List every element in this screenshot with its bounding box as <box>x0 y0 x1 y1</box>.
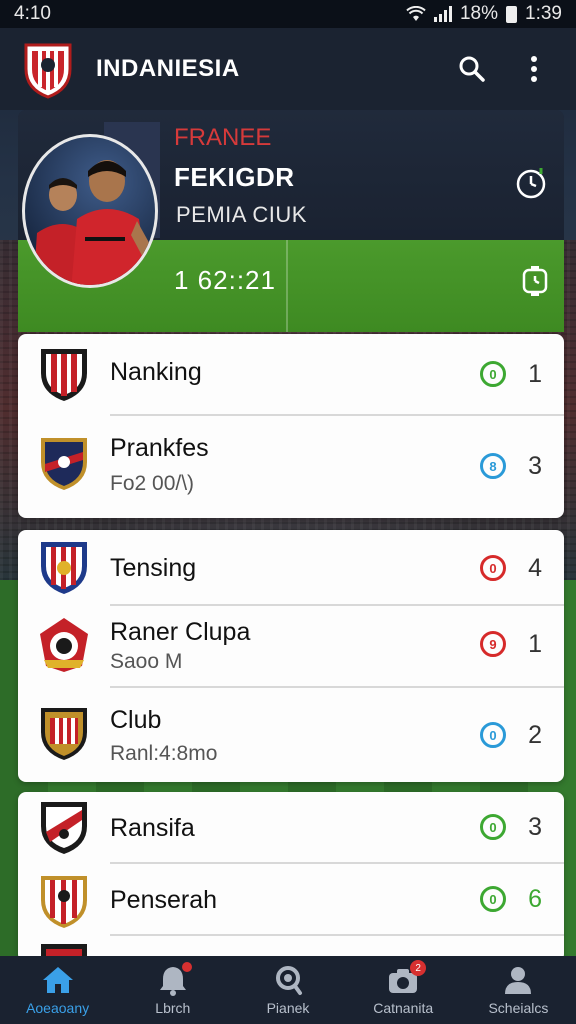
list-item[interactable]: Nanking 0 1 <box>18 334 564 414</box>
team-name: Penserah <box>110 886 218 914</box>
nav-label: Scheialcs <box>488 1000 549 1016</box>
team-name: Raner Clupa <box>110 618 251 646</box>
team-count: 6 <box>528 885 542 913</box>
nav-label: Catnanita <box>373 1000 434 1016</box>
timer-icon[interactable] <box>514 164 550 200</box>
club-logo-icon[interactable] <box>22 39 74 99</box>
hero-team: FEKIGDR <box>174 162 295 192</box>
club-crest-icon <box>40 618 88 672</box>
player-photo <box>22 134 158 288</box>
team-name: Ransifa <box>110 814 195 842</box>
nav-label: Aoeaoany <box>26 1000 90 1016</box>
club-crest-icon <box>41 708 87 760</box>
team-name: Nanking <box>110 358 202 386</box>
list-item[interactable]: Ransifa 0 3 <box>18 792 564 862</box>
team-count: 3 <box>528 813 542 841</box>
status-badge: 0 <box>480 886 506 912</box>
status-time-left: 4:10 <box>14 3 51 24</box>
hero-subtitle: PEMIA CIUK <box>176 202 307 227</box>
status-bar: 4:10 18% 1:39 <box>0 0 576 28</box>
home-icon <box>42 967 73 993</box>
standings-card-1: Nanking 0 1 Prankfes Fo2 00/\) 8 3 <box>18 334 564 518</box>
list-item[interactable]: Club Ranl:4:8mo 0 2 <box>18 688 564 780</box>
team-detail: Saoo M <box>110 650 183 673</box>
status-badge: 9 <box>480 631 506 657</box>
team-count: 3 <box>528 452 542 480</box>
team-count: 1 <box>528 630 542 658</box>
search-icon <box>276 966 302 995</box>
app-bar: INDANIESIA <box>0 28 576 110</box>
standings-card-2: Tensing 0 4 Raner Clupa Saoo M 9 1 Club … <box>18 530 564 782</box>
club-crest-icon <box>41 876 87 928</box>
status-badge: 0 <box>480 361 506 387</box>
team-count: 2 <box>528 721 542 749</box>
nav-item-home[interactable]: Aoeaoany <box>0 956 115 1024</box>
list-item[interactable]: Prankfes Fo2 00/\) 8 3 <box>18 416 564 516</box>
nav-label: Pianek <box>266 1000 310 1016</box>
status-time-right: 1:39 <box>525 3 562 24</box>
featured-match-card[interactable]: FRANEE FEKIGDR PEMIA CIUK 1 62::21 <box>18 110 564 332</box>
list-item[interactable]: Penserah 0 6 <box>18 864 564 934</box>
app-title: INDANIESIA <box>96 55 240 82</box>
watch-icon[interactable] <box>520 266 550 296</box>
team-name: Club <box>110 706 162 734</box>
status-badge: 8 <box>480 453 506 479</box>
camera-badge: 2 <box>410 960 427 976</box>
status-badge: 0 <box>480 722 506 748</box>
team-count: 1 <box>528 360 542 388</box>
club-crest-icon <box>41 349 87 401</box>
battery-icon <box>506 5 518 23</box>
team-name: Tensing <box>110 554 197 582</box>
bottom-navigation: Aoeaoany Lbrch Pianek 2 Catnanita Scheia… <box>0 956 576 1024</box>
team-name: Prankfes <box>110 434 209 462</box>
nav-item-notifications[interactable]: Lbrch <box>115 956 230 1024</box>
status-badge: 0 <box>480 555 506 581</box>
club-crest-icon <box>41 438 87 490</box>
battery-percent: 18% <box>459 3 499 24</box>
list-item[interactable]: Raner Clupa Saoo M 9 1 <box>18 606 564 686</box>
wifi-icon <box>406 6 426 21</box>
notification-dot <box>181 962 192 972</box>
club-crest-icon <box>41 802 87 854</box>
nav-item-camera[interactable]: 2 Catnanita <box>346 956 461 1024</box>
team-detail: Ranl:4:8mo <box>110 742 218 765</box>
nav-item-profile[interactable]: Scheialcs <box>461 956 576 1024</box>
team-detail: Fo2 00/\) <box>110 472 195 495</box>
list-item[interactable]: Tensing 0 4 <box>18 530 564 604</box>
signal-icon <box>433 6 452 22</box>
club-crest-icon <box>41 542 87 594</box>
search-icon[interactable] <box>452 49 492 89</box>
nav-item-search[interactable]: Pianek <box>230 956 345 1024</box>
more-vert-icon[interactable] <box>514 49 554 89</box>
hero-league: FRANEE <box>174 124 272 151</box>
hero-match-time: 1 62::21 <box>174 265 276 295</box>
status-badge: 0 <box>480 814 506 840</box>
nav-label: Lbrch <box>155 1000 191 1016</box>
standings-card-3: Ransifa 0 3 Penserah 0 6 <box>18 792 564 962</box>
team-count: 4 <box>528 554 542 582</box>
profile-icon <box>505 967 532 994</box>
